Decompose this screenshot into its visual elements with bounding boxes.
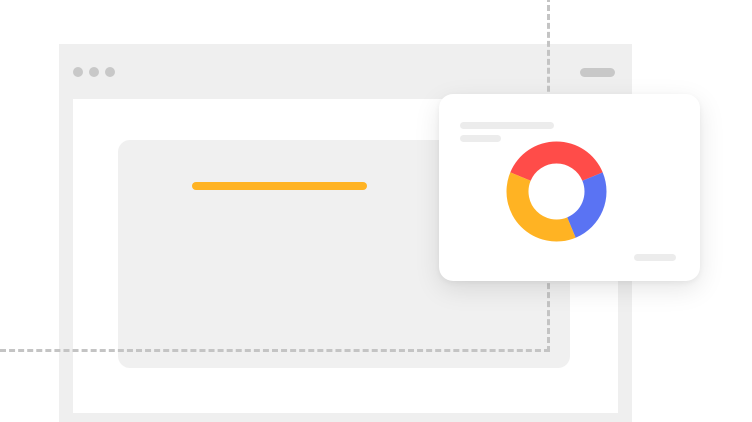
donut-segment-2	[506, 172, 576, 242]
menu-pill[interactable]	[580, 68, 615, 77]
window-dot[interactable]	[73, 67, 83, 77]
card-title-placeholder	[460, 122, 554, 129]
card-subtitle-placeholder	[460, 135, 501, 142]
window-dot[interactable]	[105, 67, 115, 77]
window-controls	[73, 67, 115, 77]
window-dot[interactable]	[89, 67, 99, 77]
chart-card	[439, 94, 700, 281]
donut-segment-1	[567, 172, 607, 238]
accent-bar	[192, 182, 367, 190]
donut-chart	[506, 141, 607, 242]
card-footer-placeholder	[634, 254, 676, 261]
donut-segment-0	[510, 141, 603, 181]
illustration-stage	[0, 0, 752, 422]
